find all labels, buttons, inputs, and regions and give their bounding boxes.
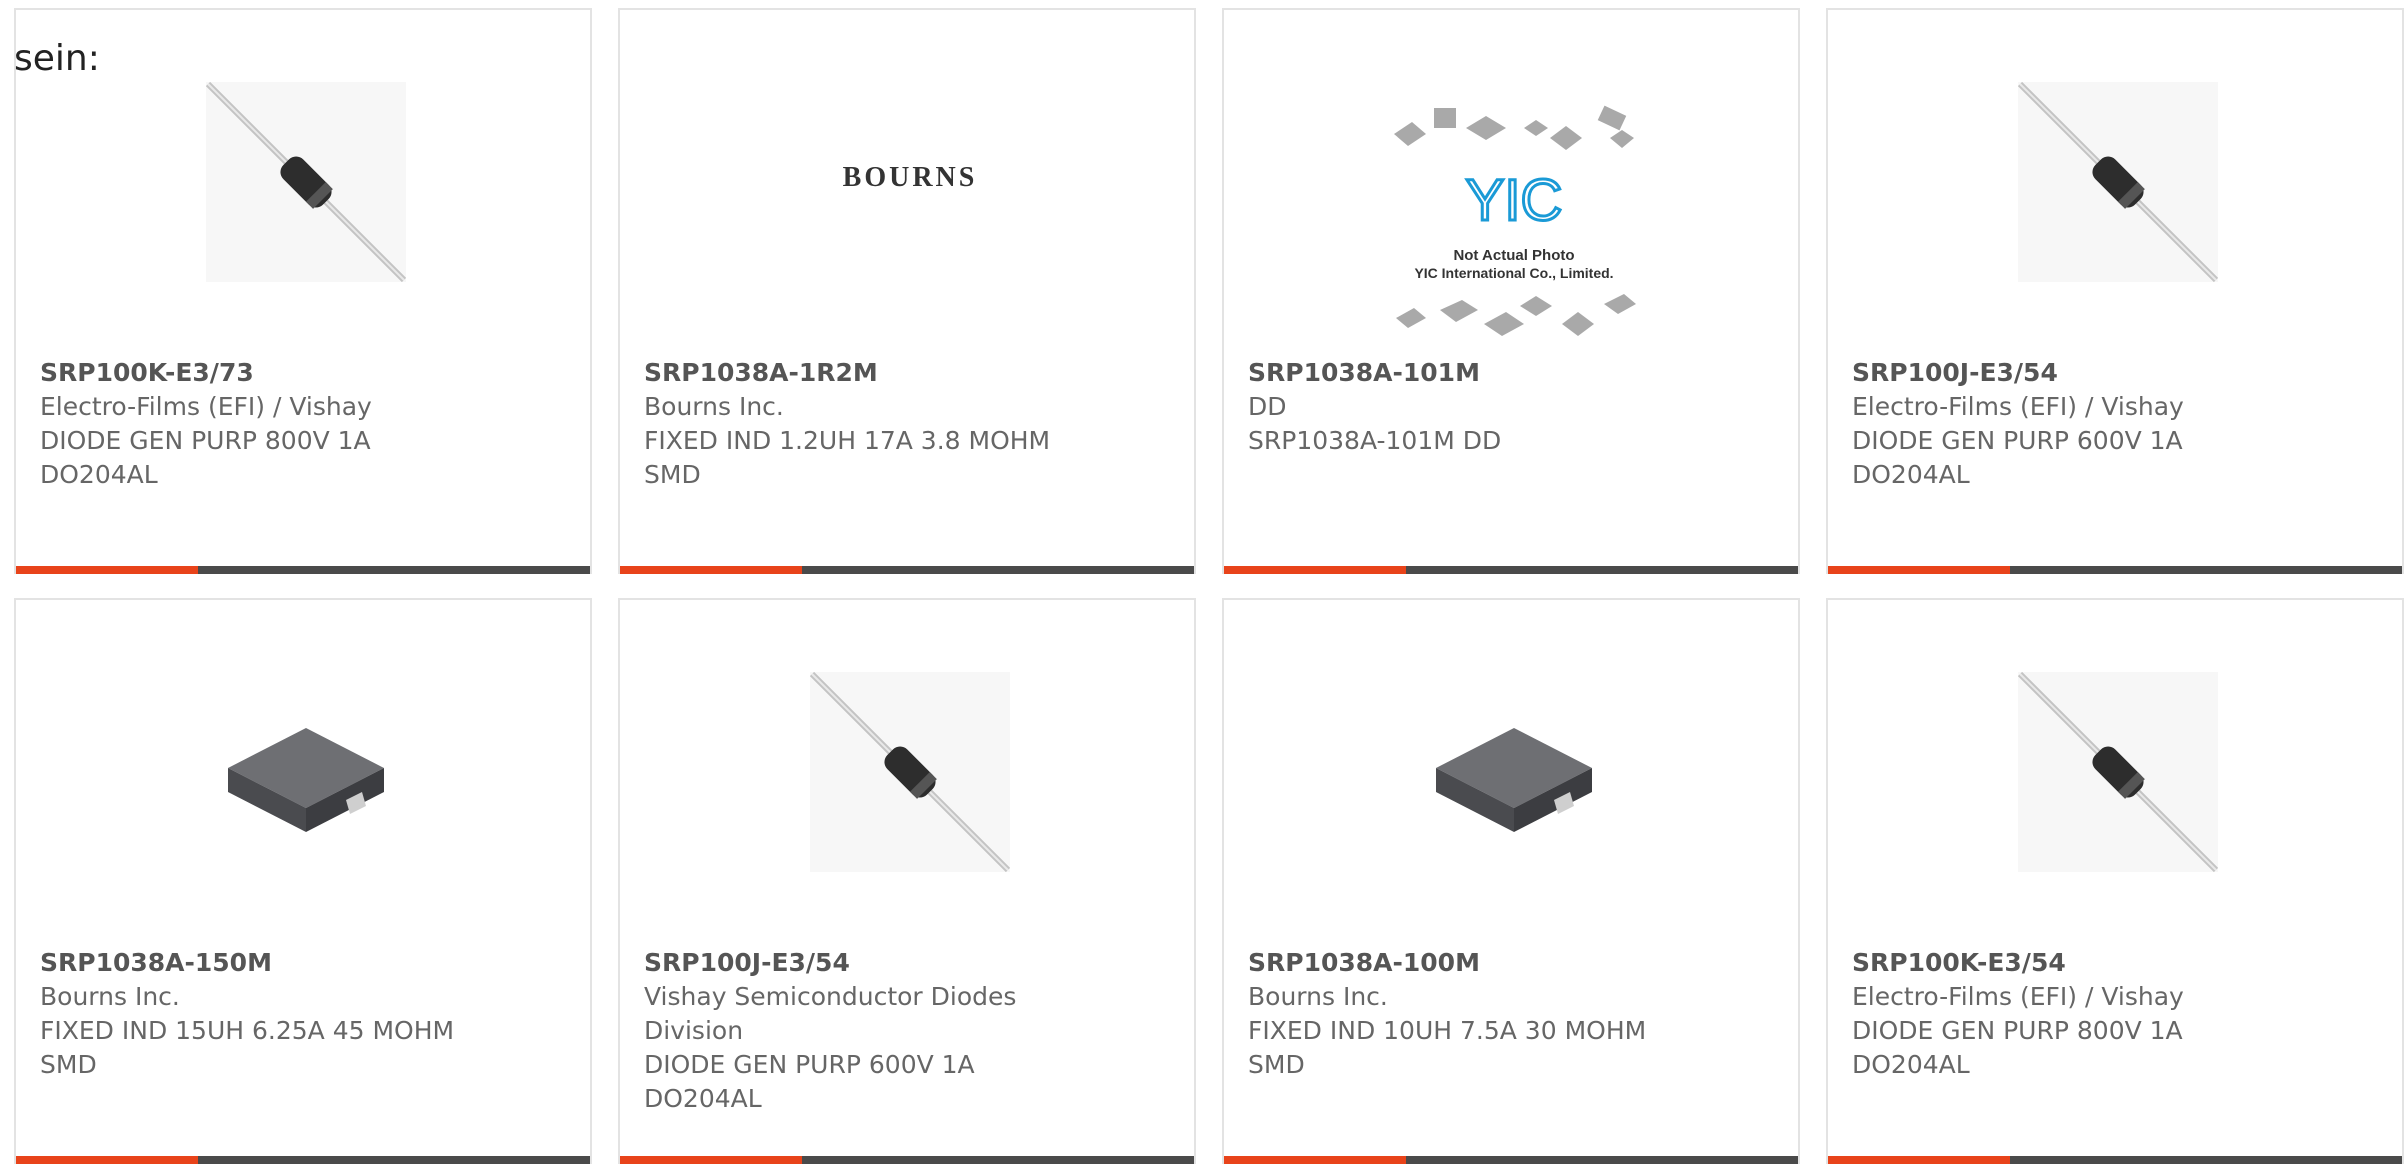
part-number[interactable]: SRP1038A-100M <box>1248 946 1768 980</box>
part-number[interactable]: SRP100K-E3/73 <box>40 356 560 390</box>
description-line: DIODE GEN PURP 800V 1A <box>40 426 371 455</box>
not-actual-photo-icon: YIC Not Actual Photo YIC International C… <box>1394 105 1636 336</box>
product-image[interactable] <box>2018 672 2218 872</box>
manufacturer: Electro-Films (EFI) / Vishay <box>40 392 372 421</box>
svg-text:BOURNS: BOURNS <box>843 162 978 193</box>
manufacturer: Bourns Inc. <box>40 982 180 1011</box>
bourns-logo-icon: BOURNS <box>843 162 978 193</box>
product-image[interactable] <box>206 82 406 282</box>
manufacturer-continued: Division <box>644 1016 744 1045</box>
svg-text:YIC: YIC <box>1466 168 1563 233</box>
part-number[interactable]: SRP100K-E3/54 <box>1852 946 2372 980</box>
description-line: DO204AL <box>644 1084 762 1113</box>
card-accent-bar <box>1828 566 2402 574</box>
description-line: DO204AL <box>40 460 158 489</box>
description-line: DIODE GEN PURP 600V 1A <box>1852 426 2183 455</box>
manufacturer: Bourns Inc. <box>644 392 784 421</box>
smd-inductor-icon <box>1436 728 1592 832</box>
part-number[interactable]: SRP1038A-101M <box>1248 356 1768 390</box>
product-card[interactable]: YIC Not Actual Photo YIC International C… <box>1222 8 1800 574</box>
axial-diode-icon <box>2018 672 2218 872</box>
description-line: SRP1038A-101M DD <box>1248 426 1502 455</box>
axial-diode-icon <box>2018 82 2218 282</box>
part-number[interactable]: SRP100J-E3/54 <box>644 946 1164 980</box>
product-card[interactable]: SRP100K-E3/73 Electro-Films (EFI) / Vish… <box>14 8 592 574</box>
manufacturer: Vishay Semiconductor Diodes <box>644 982 1017 1011</box>
product-card[interactable]: SRP1038A-150M Bourns Inc. FIXED IND 15UH… <box>14 598 592 1164</box>
manufacturer: DD <box>1248 392 1287 421</box>
part-number[interactable]: SRP100J-E3/54 <box>1852 356 2372 390</box>
card-accent-bar <box>620 566 1194 574</box>
card-accent-bar <box>1224 566 1798 574</box>
description-line: DIODE GEN PURP 800V 1A <box>1852 1016 2183 1045</box>
manufacturer: Electro-Films (EFI) / Vishay <box>1852 392 2184 421</box>
product-image[interactable]: YIC Not Actual Photo YIC International C… <box>1374 98 1654 348</box>
product-image[interactable] <box>2018 82 2218 282</box>
product-card[interactable]: SRP1038A-100M Bourns Inc. FIXED IND 10UH… <box>1222 598 1800 1164</box>
description-line: SMD <box>1248 1050 1305 1079</box>
product-card[interactable]: SRP100J-E3/54 Vishay Semiconductor Diode… <box>618 598 1196 1164</box>
card-accent-bar <box>16 566 590 574</box>
part-number[interactable]: SRP1038A-1R2M <box>644 356 1164 390</box>
axial-diode-icon <box>206 82 406 282</box>
product-card[interactable]: SRP100J-E3/54 Electro-Films (EFI) / Vish… <box>1826 8 2404 574</box>
description-line: FIXED IND 1.2UH 17A 3.8 MOHM <box>644 426 1051 455</box>
svg-text:Not Actual Photo: Not Actual Photo <box>1453 247 1574 264</box>
card-accent-bar <box>1828 1156 2402 1164</box>
description-line: FIXED IND 15UH 6.25A 45 MOHM <box>40 1016 455 1045</box>
manufacturer: Electro-Films (EFI) / Vishay <box>1852 982 2184 1011</box>
card-accent-bar <box>620 1156 1194 1164</box>
card-accent-bar <box>1224 1156 1798 1164</box>
description-line: FIXED IND 10UH 7.5A 30 MOHM <box>1248 1016 1647 1045</box>
product-image[interactable] <box>810 672 1010 872</box>
product-image[interactable]: BOURNS <box>770 130 1050 220</box>
manufacturer: Bourns Inc. <box>1248 982 1388 1011</box>
overlay-label: sein: <box>14 38 100 79</box>
product-image[interactable] <box>206 672 406 872</box>
svg-text:YIC International Co., Limited: YIC International Co., Limited. <box>1414 265 1613 281</box>
description-line: DIODE GEN PURP 600V 1A <box>644 1050 975 1079</box>
description-line: SMD <box>40 1050 97 1079</box>
card-accent-bar <box>16 1156 590 1164</box>
axial-diode-icon <box>810 672 1010 872</box>
description-line: SMD <box>644 460 701 489</box>
product-image[interactable] <box>1414 672 1614 872</box>
description-line: DO204AL <box>1852 460 1970 489</box>
product-card[interactable]: BOURNS SRP1038A-1R2M Bourns Inc. FIXED I… <box>618 8 1196 574</box>
smd-inductor-icon <box>228 728 384 832</box>
description-line: DO204AL <box>1852 1050 1970 1079</box>
part-number[interactable]: SRP1038A-150M <box>40 946 560 980</box>
product-card[interactable]: SRP100K-E3/54 Electro-Films (EFI) / Vish… <box>1826 598 2404 1164</box>
